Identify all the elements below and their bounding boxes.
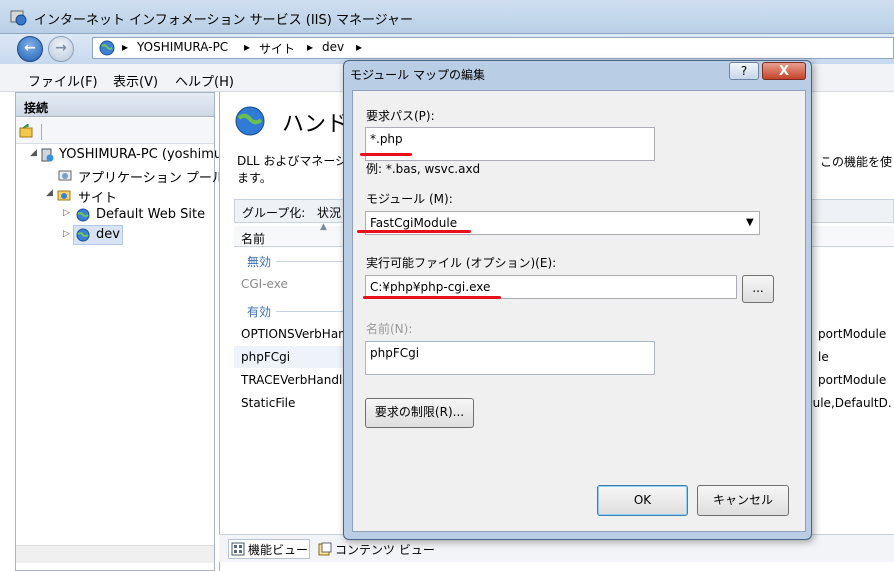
description-line: ます。	[237, 171, 272, 185]
tree-item-server[interactable]: YOSHIMURA-PC (yoshimur	[59, 147, 228, 162]
executable-label: 実行可能ファイル (オプション)(E):	[366, 256, 557, 270]
group-divider	[276, 311, 344, 312]
menu-file[interactable]: ファイル(F)	[28, 71, 98, 90]
sites-folder-icon	[57, 190, 71, 201]
tree-item-dev[interactable]: dev	[96, 227, 120, 242]
horizontal-scrollbar[interactable]	[16, 545, 214, 563]
breadcrumb-server[interactable]: YOSHIMURA-PC	[137, 40, 228, 54]
back-arrow-icon: ←	[24, 40, 36, 56]
tab-label: 機能ビュー	[248, 543, 309, 557]
tree-item-default-web-site[interactable]: Default Web Site	[96, 207, 205, 222]
table-row[interactable]: phpFCgi	[241, 350, 290, 364]
group-header-disabled: 無効	[247, 255, 272, 269]
connections-title: 接続	[24, 101, 49, 115]
group-by-label: グループ化:	[242, 206, 306, 220]
red-underline	[357, 230, 471, 233]
description-line: DLL およびマネージ	[237, 154, 348, 168]
module-dropdown-value: FastCgiModule	[370, 216, 458, 230]
red-underline	[363, 296, 501, 299]
name-input[interactable]: phpFCgi	[365, 341, 655, 375]
red-underline	[360, 153, 412, 156]
breadcrumb-separator: ▸	[122, 40, 129, 54]
features-view-icon	[231, 542, 245, 556]
server-icon	[41, 148, 54, 162]
ok-button[interactable]: OK	[597, 485, 688, 516]
help-button[interactable]: ?	[729, 62, 759, 80]
table-cell-module: portModule	[818, 373, 887, 387]
request-restrictions-button[interactable]: 要求の制限(R)...	[365, 398, 474, 428]
tree-item-app-pools[interactable]: アプリケーション プール	[78, 167, 225, 186]
cancel-button[interactable]: キャンセル	[697, 485, 789, 516]
close-button[interactable]: X	[762, 62, 806, 80]
tree-expand-icon[interactable]: ▷	[63, 229, 70, 239]
table-cell-module: dule,DefaultD.	[805, 396, 892, 410]
dropdown-arrow-icon[interactable]: ▼	[746, 217, 754, 228]
forward-arrow-icon: →	[55, 40, 67, 56]
window-title: インターネット インフォメーション サービス (IIS) マネージャー	[34, 13, 414, 28]
tab-content-view[interactable]: コンテンツ ビュー	[335, 541, 435, 558]
website-globe-icon	[76, 208, 90, 222]
group-divider	[276, 261, 344, 262]
description-right-fragment: この機能を使	[820, 155, 893, 169]
breadcrumb-sites[interactable]: サイト	[259, 40, 295, 57]
tree-item-sites[interactable]: サイト	[78, 187, 117, 206]
forward-button[interactable]: →	[48, 36, 74, 62]
table-cell-module: portModule	[818, 327, 887, 341]
sort-arrow-icon: ▲	[320, 222, 327, 232]
breadcrumb-separator: ▸	[307, 40, 314, 54]
name-label: 名前(N):	[366, 322, 413, 336]
table-row[interactable]: CGI-exe	[241, 277, 288, 291]
tree-collapse-icon[interactable]: ◢	[30, 148, 37, 158]
column-header-name[interactable]: 名前	[241, 230, 265, 247]
page-title: ハンド	[282, 112, 349, 137]
module-label: モジュール (M):	[366, 192, 453, 206]
dialog-title: モジュール マップの編集	[350, 68, 485, 82]
menu-help[interactable]: ヘルプ(H)	[175, 71, 234, 90]
handler-mappings-icon	[235, 106, 265, 136]
breadcrumb-separator: ▸	[244, 40, 251, 54]
table-row[interactable]: StaticFile	[241, 396, 295, 410]
browse-button[interactable]: ...	[742, 275, 774, 303]
group-by-select[interactable]: 状況	[317, 204, 341, 221]
breadcrumb-dev[interactable]: dev	[322, 40, 344, 54]
content-view-icon	[318, 542, 332, 556]
breadcrumb-separator: ▸	[356, 40, 363, 54]
request-path-label: 要求パス(P):	[366, 109, 435, 123]
connections-toolbar	[16, 118, 214, 144]
website-globe-icon	[76, 228, 90, 242]
table-row[interactable]: TRACEVerbHandle	[241, 373, 350, 387]
tree-expand-icon[interactable]: ▷	[63, 208, 70, 218]
app-pool-icon	[58, 170, 72, 181]
iis-manager-icon	[10, 10, 27, 26]
connections-panel	[15, 92, 215, 571]
menu-view[interactable]: 表示(V)	[113, 71, 158, 90]
page-description: DLL およびマネージ ます。	[237, 153, 347, 187]
globe-icon	[99, 40, 115, 56]
table-row[interactable]: OPTIONSVerbHand	[241, 327, 353, 341]
connect-icon[interactable]	[19, 124, 34, 138]
toolbar-divider	[41, 124, 42, 140]
table-cell-module: le	[818, 350, 829, 364]
group-header-enabled: 有効	[247, 305, 272, 319]
request-path-example: 例: *.bas, wsvc.axd	[366, 162, 481, 176]
tree-collapse-icon[interactable]: ◢	[46, 188, 53, 198]
back-button[interactable]: ←	[17, 36, 43, 62]
